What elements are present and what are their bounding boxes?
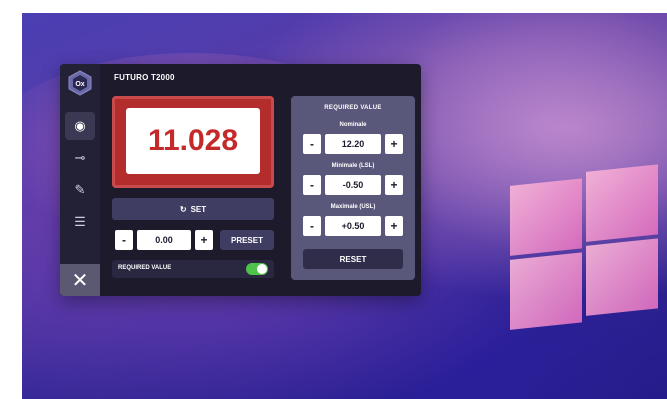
nominal-input[interactable]: 12.20 bbox=[325, 134, 381, 154]
nominal-stepper: - 12.20 + bbox=[303, 134, 403, 154]
panel-title: REQUIRED VALUE bbox=[324, 105, 382, 111]
refresh-icon: ↻ bbox=[179, 204, 187, 214]
close-icon: ✕ bbox=[71, 269, 89, 292]
windows-logo-icon bbox=[510, 160, 660, 330]
crosshair-icon: ◉ bbox=[74, 118, 86, 133]
usl-label: Maximale (USL) bbox=[330, 204, 376, 210]
preset-decrement-button[interactable]: - bbox=[115, 230, 133, 250]
usl-increment-button[interactable]: + bbox=[385, 216, 403, 236]
lsl-decrement-button[interactable]: - bbox=[303, 175, 321, 195]
usl-input[interactable]: +0.50 bbox=[325, 216, 381, 236]
app-window: Ox ◉ ⊸ ✎ ☰ ✕ FUTURO T2000 11.028 ↻ SET -… bbox=[60, 64, 421, 296]
nominal-label: Nominale bbox=[339, 122, 367, 128]
usl-stepper: - +0.50 + bbox=[303, 216, 403, 236]
close-button[interactable]: ✕ bbox=[60, 264, 100, 296]
lsl-increment-button[interactable]: + bbox=[385, 175, 403, 195]
sliders-icon: ☰ bbox=[74, 214, 86, 229]
svg-text:Ox: Ox bbox=[75, 81, 84, 88]
usl-decrement-button[interactable]: - bbox=[303, 216, 321, 236]
sidebar: Ox ◉ ⊸ ✎ ☰ ✕ bbox=[60, 64, 100, 296]
sidebar-item-probe[interactable]: ⊸ bbox=[65, 144, 95, 172]
preset-value-input[interactable]: 0.00 bbox=[137, 230, 191, 250]
lsl-stepper: - -0.50 + bbox=[303, 175, 403, 195]
lsl-input[interactable]: -0.50 bbox=[325, 175, 381, 195]
measurement-display: 11.028 bbox=[112, 96, 274, 188]
sidebar-item-tools[interactable]: ✎ bbox=[65, 176, 95, 204]
set-button-label: SET bbox=[190, 204, 207, 214]
nominal-decrement-button[interactable]: - bbox=[303, 134, 321, 154]
sidebar-item-settings[interactable]: ☰ bbox=[65, 208, 95, 236]
preset-stepper: - 0.00 + bbox=[115, 230, 213, 250]
wrench-icon: ✎ bbox=[74, 182, 86, 197]
lsl-label: Minimale (LSL) bbox=[331, 163, 375, 169]
preset-button[interactable]: PRESET bbox=[220, 230, 274, 250]
required-value-toggle[interactable] bbox=[246, 263, 268, 275]
app-title: FUTURO T2000 bbox=[114, 73, 175, 82]
required-value-label: REQUIRED VALUE bbox=[118, 265, 172, 271]
set-button[interactable]: ↻ SET bbox=[112, 198, 274, 220]
reset-button[interactable]: RESET bbox=[303, 249, 403, 269]
probe-icon: ⊸ bbox=[74, 150, 86, 165]
required-value-toggle-row: REQUIRED VALUE bbox=[112, 260, 274, 278]
sidebar-item-target[interactable]: ◉ bbox=[65, 112, 95, 140]
preset-increment-button[interactable]: + bbox=[195, 230, 213, 250]
required-value-panel: REQUIRED VALUE Nominale - 12.20 + Minima… bbox=[291, 96, 415, 280]
nominal-increment-button[interactable]: + bbox=[385, 134, 403, 154]
measurement-value: 11.028 bbox=[126, 108, 260, 174]
hexagon-logo-icon: Ox bbox=[67, 70, 93, 96]
